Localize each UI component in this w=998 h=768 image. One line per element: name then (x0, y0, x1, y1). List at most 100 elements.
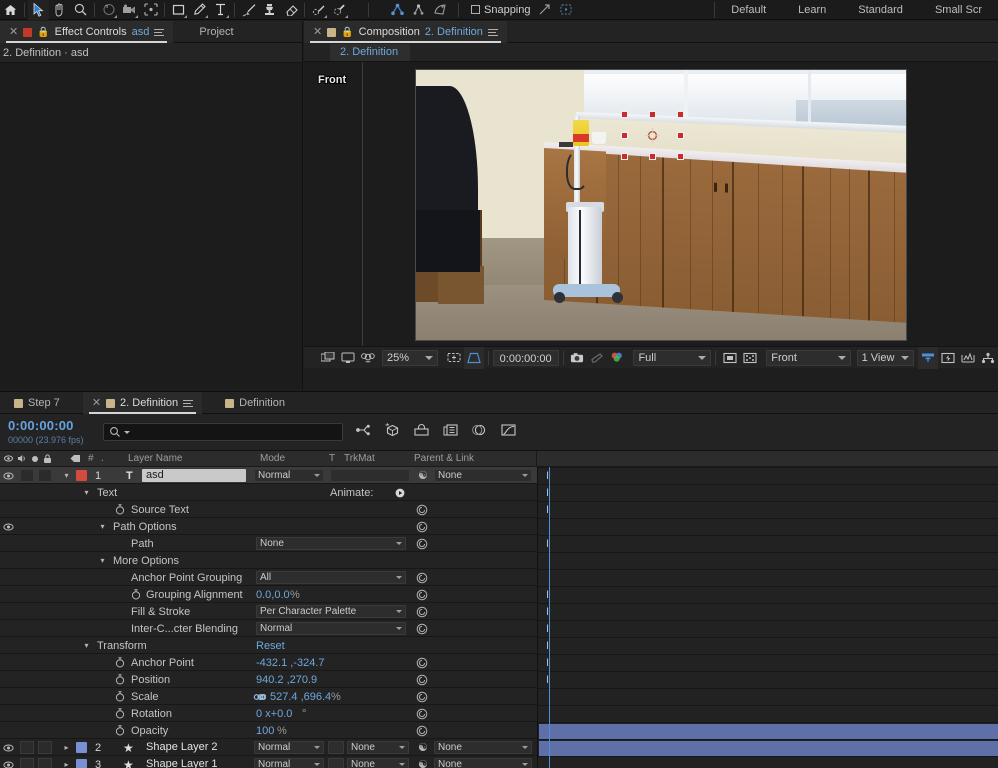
view-preset-select[interactable]: Front (766, 349, 851, 366)
track-row[interactable] (538, 740, 998, 757)
layer-twirl-icon[interactable]: ▸ (62, 756, 71, 768)
stopwatch-icon[interactable] (115, 654, 125, 671)
composition-mini-flowchart-icon[interactable] (355, 423, 372, 440)
workspace-standard[interactable]: Standard (842, 0, 919, 20)
timecode-display[interactable]: 0:00:00:00 (8, 418, 74, 433)
layer-parent-select[interactable]: None (434, 758, 532, 768)
stopwatch-icon[interactable] (115, 501, 125, 518)
table-row[interactable]: Rotation 0 x+0.0 ° (0, 705, 537, 722)
anchor-point-icon[interactable] (645, 128, 660, 143)
keyframe-navigator-icon[interactable] (416, 569, 428, 586)
selection-handle[interactable] (649, 111, 656, 118)
keyframe-navigator-icon[interactable] (416, 501, 428, 518)
playhead[interactable] (549, 467, 550, 768)
property-value[interactable]: 100 (256, 722, 274, 739)
search-field[interactable] (133, 426, 342, 438)
group-twirl-icon[interactable]: ▾ (98, 518, 107, 535)
camera-tool[interactable] (119, 0, 140, 20)
mesh-icon[interactable] (556, 0, 577, 20)
puppet-pin-tool[interactable] (329, 0, 350, 20)
property-visibility-toggle[interactable] (3, 518, 14, 535)
fill-stroke-select[interactable]: Per Character Palette (256, 605, 406, 618)
show-snapshot-icon[interactable] (587, 347, 607, 369)
track-row[interactable] (538, 519, 998, 536)
take-snapshot-icon[interactable] (567, 347, 587, 369)
comp-subtab-definition[interactable]: 2. Definition (330, 43, 411, 61)
toggle-pixel-aspect-correction-icon[interactable] (720, 347, 740, 369)
keyframe-navigator-icon[interactable] (416, 586, 428, 603)
table-row[interactable]: Opacity 100 % (0, 722, 537, 739)
layer-t-toggle[interactable] (328, 758, 344, 768)
bend-pin-icon[interactable] (408, 0, 429, 20)
proportional-grid-icon[interactable] (463, 346, 484, 369)
layer-visibility-toggle[interactable] (3, 739, 14, 756)
keyframe-navigator-icon[interactable] (416, 688, 428, 705)
layer-parent-select[interactable]: None (434, 741, 532, 754)
stopwatch-icon[interactable] (131, 586, 141, 603)
layer-mode-select[interactable]: Normal (254, 741, 324, 754)
selection-handle[interactable] (677, 153, 684, 160)
keyframe-navigator-icon[interactable] (416, 654, 428, 671)
parent-pickwhip-icon[interactable]: ☯ (418, 739, 428, 756)
tab-effect-controls[interactable]: ✕ 🔒 Effect Controls asd (0, 21, 174, 43)
toggle-mask-path-visibility-icon[interactable] (358, 347, 378, 369)
transform-reset-button[interactable]: Reset (256, 637, 285, 654)
table-row[interactable]: ▾ Transform Reset (0, 637, 537, 654)
search-input[interactable] (103, 423, 343, 441)
track-row[interactable]: I (538, 485, 998, 502)
constrain-proportions-icon[interactable] (253, 688, 266, 705)
type-tool[interactable] (210, 0, 231, 20)
parent-pickwhip-icon[interactable]: ☯ (418, 756, 428, 768)
table-row[interactable]: Anchor Point Grouping All (0, 569, 537, 586)
layer-audio-toggle[interactable] (20, 741, 34, 754)
view-count-select[interactable]: 1 View (856, 349, 915, 366)
snapping-checkbox[interactable] (471, 5, 480, 14)
zoom-level-select[interactable]: 25% (382, 349, 438, 366)
track-row[interactable]: I (538, 468, 998, 485)
track-row[interactable]: I (538, 638, 998, 655)
home-icon[interactable] (0, 0, 21, 20)
panel-menu-icon[interactable] (487, 27, 498, 38)
track-row[interactable] (538, 570, 998, 587)
track-row[interactable]: I (538, 536, 998, 553)
table-row[interactable]: Position 940.2 ,270.9 (0, 671, 537, 688)
panel-menu-icon[interactable] (154, 27, 165, 38)
layer-solo-toggle[interactable] (38, 741, 52, 754)
path-select[interactable]: None (256, 537, 406, 550)
layer-name-input[interactable]: asd (142, 469, 246, 482)
layer-label-color[interactable] (76, 470, 87, 481)
tab-composition[interactable]: ✕ 🔒 Composition 2. Definition (304, 21, 507, 43)
inter-character-blending-select[interactable]: Normal (256, 622, 406, 635)
table-row[interactable]: ▸ 3 ★ Shape Layer 1 Normal None ☯ None (0, 756, 537, 768)
layer-label-color[interactable] (76, 759, 87, 768)
table-row[interactable]: Grouping Alignment 0.0,0.0 % (0, 586, 537, 603)
layer-mode-select[interactable]: Normal (254, 758, 324, 768)
layer-duration-bar[interactable] (539, 741, 998, 756)
track-row[interactable]: I (538, 604, 998, 621)
motion-blur-icon[interactable] (471, 423, 488, 440)
table-row[interactable]: Source Text (0, 501, 537, 518)
layer-mode-select[interactable]: Normal (254, 469, 324, 482)
table-row[interactable]: Anchor Point -432.1 ,-324.7 (0, 654, 537, 671)
timeline-icon[interactable] (918, 346, 939, 369)
property-value[interactable]: 0.0,0.0 (256, 586, 290, 603)
table-row[interactable]: Inter-C...cter Blending Normal (0, 620, 537, 637)
tab-definition[interactable]: Definition (216, 392, 294, 414)
tab-2-definition[interactable]: ✕ 2. Definition (82, 392, 203, 414)
layer-parent-select[interactable]: None (434, 469, 532, 482)
selection-handle[interactable] (621, 132, 628, 139)
selection-handle[interactable] (677, 111, 684, 118)
track-row[interactable] (538, 689, 998, 706)
stopwatch-icon[interactable] (115, 705, 125, 722)
frame-blending-icon[interactable] (442, 423, 459, 440)
track-row[interactable]: I (538, 502, 998, 519)
layer-twirl-icon[interactable]: ▾ (62, 467, 71, 484)
property-value[interactable]: 527.4 ,696.4 (270, 688, 331, 705)
track-row[interactable]: I (538, 672, 998, 689)
timeline-graph[interactable]: 0s 01s 02s 03s 04s 05s (537, 467, 998, 768)
track-row[interactable] (538, 553, 998, 570)
close-icon[interactable]: ✕ (313, 26, 322, 38)
tab-project[interactable]: Project (173, 21, 242, 43)
pen-tool[interactable] (189, 0, 210, 20)
track-row[interactable] (538, 723, 998, 740)
